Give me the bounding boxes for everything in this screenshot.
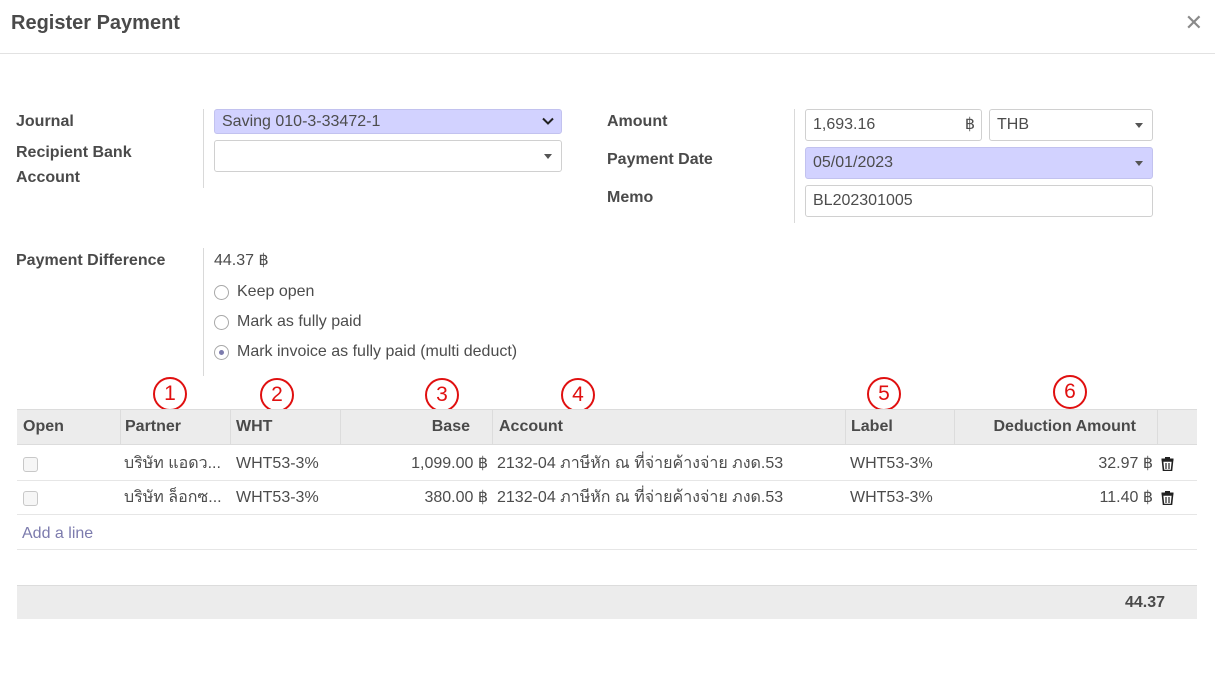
recipient-bank-select[interactable] bbox=[214, 140, 562, 172]
memo-label: Memo bbox=[607, 189, 654, 206]
chevron-down-icon bbox=[542, 117, 554, 125]
account-cell[interactable]: 2132-04 ภาษีหัก ณ ที่จ่ายค้างจ่าย ภงด.53 bbox=[497, 447, 783, 481]
annotation-marker: 6 bbox=[1053, 375, 1087, 409]
deduction-total: 44.37 bbox=[1124, 594, 1165, 611]
payment-difference-label: Payment Difference bbox=[16, 252, 166, 269]
radio-button[interactable] bbox=[214, 314, 229, 330]
base-cell[interactable]: 380.00 ฿ bbox=[424, 481, 488, 515]
option-label: Mark as fully paid bbox=[237, 313, 362, 330]
journal-label: Journal bbox=[16, 113, 74, 130]
divider bbox=[17, 549, 1197, 550]
trash-icon[interactable] bbox=[1161, 457, 1174, 471]
recipient-bank-label-line1: Recipient Bank bbox=[16, 144, 132, 161]
table-footer: 44.37 bbox=[17, 585, 1197, 619]
currency-select[interactable]: THB bbox=[989, 109, 1153, 141]
radio-button[interactable] bbox=[214, 284, 229, 300]
table-row[interactable]: บริษัท แอดว... WHT53-3% 1,099.00 ฿ 2132-… bbox=[17, 447, 1197, 481]
journal-select[interactable]: Saving 010-3-33472-1 bbox=[214, 109, 562, 134]
recipient-bank-label-line2: Account bbox=[16, 169, 80, 186]
dialog-header: Register Payment ✕ bbox=[0, 0, 1215, 54]
dialog-title: Register Payment bbox=[11, 12, 180, 34]
annotation-marker: 1 bbox=[153, 377, 187, 411]
partner-cell[interactable]: บริษัท ล็อกซ... bbox=[124, 481, 222, 515]
open-checkbox[interactable] bbox=[23, 457, 38, 472]
separator bbox=[794, 109, 795, 223]
annotation-marker: 5 bbox=[867, 377, 901, 411]
journal-value: Saving 010-3-33472-1 bbox=[222, 113, 381, 130]
memo-value: BL202301005 bbox=[813, 192, 913, 209]
deduction-amount-cell[interactable]: 11.40 ฿ bbox=[1100, 481, 1153, 515]
caret-down-icon bbox=[544, 154, 552, 159]
column-open[interactable]: Open bbox=[23, 410, 64, 444]
separator bbox=[203, 109, 204, 188]
column-base[interactable]: Base bbox=[432, 410, 470, 444]
option-label: Keep open bbox=[237, 283, 315, 300]
payment-date-value: 05/01/2023 bbox=[813, 154, 894, 171]
column-partner[interactable]: Partner bbox=[125, 410, 181, 444]
wht-cell[interactable]: WHT53-3% bbox=[236, 447, 319, 481]
payment-date-label: Payment Date bbox=[607, 151, 713, 168]
caret-down-icon bbox=[1135, 123, 1143, 128]
label-cell[interactable]: WHT53-3% bbox=[850, 447, 933, 481]
separator bbox=[203, 248, 204, 376]
add-line-link[interactable]: Add a line bbox=[22, 522, 93, 546]
column-wht[interactable]: WHT bbox=[236, 410, 272, 444]
caret-down-icon bbox=[1135, 161, 1143, 166]
deduction-amount-cell[interactable]: 32.97 ฿ bbox=[1098, 447, 1153, 481]
option-mark-fully-paid[interactable]: Mark as fully paid bbox=[214, 310, 362, 334]
option-mark-invoice-multi-deduct[interactable]: Mark invoice as fully paid (multi deduct… bbox=[214, 340, 517, 364]
column-account[interactable]: Account bbox=[499, 410, 563, 444]
table-row[interactable]: บริษัท ล็อกซ... WHT53-3% 380.00 ฿ 2132-0… bbox=[17, 481, 1197, 515]
column-label[interactable]: Label bbox=[851, 410, 893, 444]
open-checkbox[interactable] bbox=[23, 491, 38, 506]
close-icon[interactable]: ✕ bbox=[1185, 10, 1203, 36]
annotation-marker: 3 bbox=[425, 378, 459, 412]
wht-cell[interactable]: WHT53-3% bbox=[236, 481, 319, 515]
trash-icon[interactable] bbox=[1161, 491, 1174, 505]
radio-button-selected[interactable] bbox=[214, 344, 229, 360]
currency-value: THB bbox=[997, 116, 1029, 133]
column-deduction-amount[interactable]: Deduction Amount bbox=[994, 410, 1137, 444]
memo-input[interactable]: BL202301005 bbox=[805, 185, 1153, 217]
annotation-marker: 4 bbox=[561, 378, 595, 412]
amount-label: Amount bbox=[607, 113, 668, 130]
table-header: Open Partner WHT Base Account Label Dedu… bbox=[17, 409, 1197, 445]
account-cell[interactable]: 2132-04 ภาษีหัก ณ ที่จ่ายค้างจ่าย ภงด.53 bbox=[497, 481, 783, 515]
base-cell[interactable]: 1,099.00 ฿ bbox=[411, 447, 488, 481]
amount-value: 1,693.16 bbox=[813, 116, 876, 133]
payment-date-input[interactable]: 05/01/2023 bbox=[805, 147, 1153, 179]
label-cell[interactable]: WHT53-3% bbox=[850, 481, 933, 515]
payment-difference-value: 44.37 ฿ bbox=[214, 252, 269, 269]
currency-symbol: ฿ bbox=[964, 116, 975, 133]
amount-input[interactable]: 1,693.16 ฿ bbox=[805, 109, 982, 141]
option-label: Mark invoice as fully paid (multi deduct… bbox=[237, 343, 518, 360]
annotation-marker: 2 bbox=[260, 378, 294, 412]
option-keep-open[interactable]: Keep open bbox=[214, 280, 314, 304]
partner-cell[interactable]: บริษัท แอดว... bbox=[124, 447, 221, 481]
